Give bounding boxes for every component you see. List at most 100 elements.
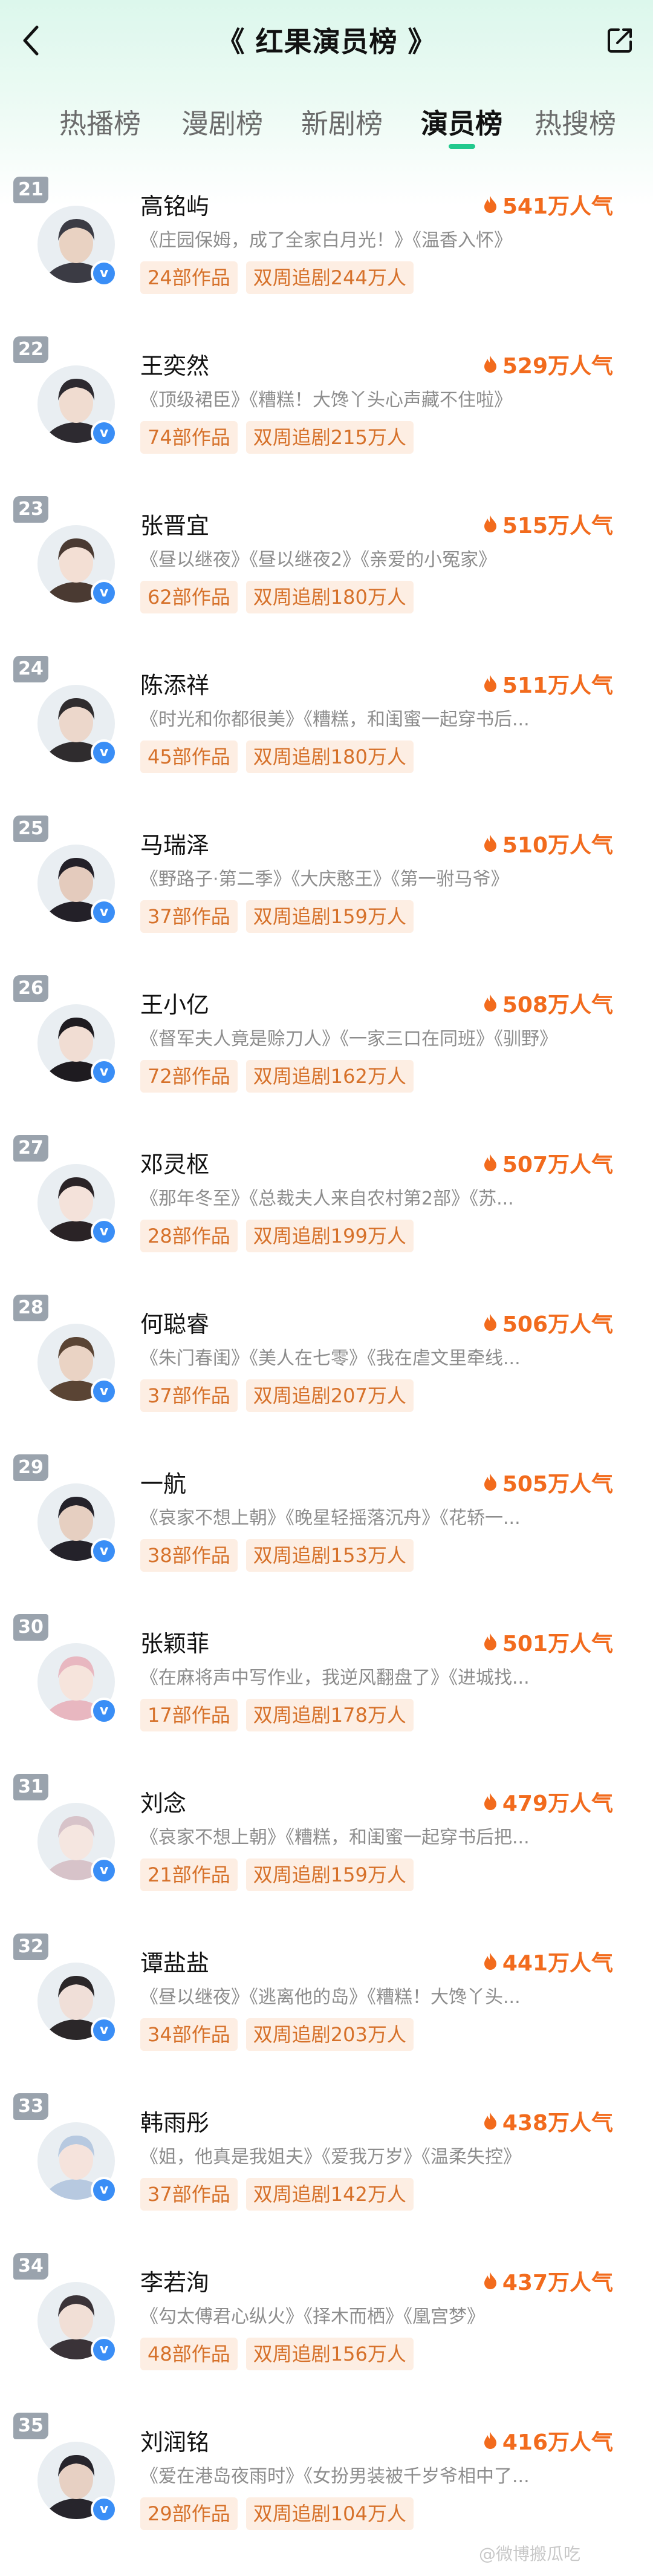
rank-badge: 33 bbox=[13, 2093, 48, 2120]
works-list: 《那年冬至》《总裁夫人来自农村第2部》《苏... bbox=[140, 1188, 514, 1209]
works-count-tag: 45部作品 bbox=[140, 740, 238, 773]
actor-name[interactable]: 邓灵枢 bbox=[140, 1146, 209, 1179]
stat-tags: 24部作品 双周追剧244万人 bbox=[140, 261, 422, 294]
rank-badge: 29 bbox=[13, 1454, 48, 1481]
stat-tags: 38部作品 双周追剧153万人 bbox=[140, 1539, 422, 1572]
flame-icon bbox=[484, 675, 496, 692]
actor-name[interactable]: 何聪睿 bbox=[140, 1306, 209, 1339]
heat-text: 515万人气 bbox=[502, 514, 613, 538]
actor-name[interactable]: 陈添祥 bbox=[140, 667, 209, 700]
page-title-wrap: 《 红果演员榜 》 bbox=[206, 16, 447, 64]
back-button[interactable] bbox=[13, 19, 47, 62]
heat-value: 479万人气 bbox=[483, 1786, 613, 1817]
flame-icon bbox=[484, 835, 496, 852]
actor-row[interactable]: 30 v 张颖菲 501万人气 《在麻将声中写作业，我逆风翻盘了》《进城找...… bbox=[0, 1608, 653, 1768]
verified-badge-icon: v bbox=[91, 420, 117, 446]
actor-name[interactable]: 张晋宜 bbox=[140, 507, 209, 540]
top-bar: 《 红果演员榜 》 bbox=[0, 0, 653, 82]
heat-value: 507万人气 bbox=[483, 1147, 613, 1178]
follow-count-tag: 双周追剧203万人 bbox=[245, 2018, 414, 2051]
follow-count-tag: 双周追剧207万人 bbox=[245, 1379, 414, 1412]
works-list: 《哀家不想上朝》《糟糕，和闺蜜一起穿书后把... bbox=[140, 1827, 530, 1848]
rank-badge: 26 bbox=[13, 975, 48, 1002]
heat-text: 529万人气 bbox=[502, 354, 613, 379]
flame-icon bbox=[484, 1793, 496, 1810]
actor-row[interactable]: 26 v 王小亿 508万人气 《督军夫人竟是赊刀人》《一家三口在同班》《驯野》… bbox=[0, 969, 653, 1129]
heat-text: 507万人气 bbox=[502, 1152, 613, 1177]
rank-badge: 25 bbox=[13, 816, 48, 842]
rank-badge: 27 bbox=[13, 1135, 48, 1162]
verified-badge-icon: v bbox=[91, 2336, 117, 2363]
verified-badge-icon: v bbox=[91, 260, 117, 287]
tab-actors[interactable]: 演员榜 bbox=[421, 97, 502, 151]
heat-text: 505万人气 bbox=[502, 1472, 613, 1497]
actor-name[interactable]: 韩雨彤 bbox=[140, 2104, 209, 2137]
actor-name[interactable]: 刘润铭 bbox=[140, 2424, 209, 2457]
page-title: 《 红果演员榜 》 bbox=[216, 25, 437, 58]
works-count-tag: 17部作品 bbox=[140, 1699, 238, 1731]
actor-name[interactable]: 张颖菲 bbox=[140, 1625, 209, 1658]
flame-icon bbox=[484, 1314, 496, 1331]
works-list: 《哀家不想上朝》《晚星轻摇落沉舟》《花轿一... bbox=[140, 1508, 521, 1529]
stat-tags: 45部作品 双周追剧180万人 bbox=[140, 740, 422, 773]
actor-name[interactable]: 谭盐盐 bbox=[140, 1944, 209, 1978]
share-button[interactable] bbox=[601, 21, 640, 59]
actor-row[interactable]: 24 v 陈添祥 511万人气 《时光和你都很美》《糟糕，和闺蜜一起穿书后...… bbox=[0, 650, 653, 809]
works-count-tag: 72部作品 bbox=[140, 1060, 238, 1093]
verified-badge-icon: v bbox=[91, 2496, 117, 2523]
follow-count-tag: 双周追剧159万人 bbox=[245, 1858, 414, 1891]
rank-badge: 32 bbox=[13, 1934, 48, 1960]
actor-row[interactable]: 21 v 高铭屿 541万人气 《庄园保姆，成了全家白月光！》《温香入怀》 24… bbox=[0, 171, 653, 330]
stat-tags: 34部作品 双周追剧203万人 bbox=[140, 2018, 422, 2051]
actor-row[interactable]: 28 v 何聪睿 506万人气 《朱门春闺》《美人在七零》《我在虐文里牵线...… bbox=[0, 1289, 653, 1448]
actor-name[interactable]: 王奕然 bbox=[140, 347, 209, 381]
actor-name[interactable]: 刘念 bbox=[140, 1785, 186, 1818]
flame-icon bbox=[484, 1474, 496, 1491]
actor-row[interactable]: 34 v 李若洵 437万人气 《勾太傅君心纵火》《择木而栖》《凰宫梦》 48部… bbox=[0, 2247, 653, 2407]
actor-name[interactable]: 高铭屿 bbox=[140, 188, 209, 221]
actor-row[interactable]: 33 v 韩雨彤 438万人气 《姐，他真是我姐夫》《爱我万岁》《温柔失控》 3… bbox=[0, 2087, 653, 2247]
actor-name[interactable]: 李若洵 bbox=[140, 2264, 209, 2297]
tab-hot-search[interactable]: 热搜榜 bbox=[534, 97, 616, 151]
actor-name[interactable]: 一航 bbox=[140, 1465, 186, 1499]
verified-badge-icon: v bbox=[91, 739, 117, 766]
works-list: 《在麻将声中写作业，我逆风翻盘了》《进城找... bbox=[140, 1667, 530, 1688]
rank-badge: 24 bbox=[13, 656, 48, 682]
actor-row[interactable]: 31 v 刘念 479万人气 《哀家不想上朝》《糟糕，和闺蜜一起穿书后把... … bbox=[0, 1768, 653, 1927]
follow-count-tag: 双周追剧104万人 bbox=[245, 2497, 414, 2530]
actor-name[interactable]: 王小亿 bbox=[140, 986, 209, 1019]
flame-icon bbox=[484, 196, 496, 213]
heat-value: 510万人气 bbox=[483, 828, 613, 859]
works-count-tag: 62部作品 bbox=[140, 581, 238, 613]
tab-comic-drama[interactable]: 漫剧榜 bbox=[181, 97, 263, 151]
actor-row[interactable]: 22 v 王奕然 529万人气 《顶级裙臣》《糟糕！大馋丫头心声藏不住啦》 74… bbox=[0, 330, 653, 490]
actor-row[interactable]: 23 v 张晋宜 515万人气 《昼以继夜》《昼以继夜2》《亲爱的小冤家》 62… bbox=[0, 490, 653, 650]
tab-new-drama[interactable]: 新剧榜 bbox=[301, 97, 383, 151]
works-list: 《时光和你都很美》《糟糕，和闺蜜一起穿书后... bbox=[140, 709, 530, 730]
verified-badge-icon: v bbox=[91, 2177, 117, 2203]
tab-hot-play[interactable]: 热播榜 bbox=[59, 97, 141, 151]
follow-count-tag: 双周追剧215万人 bbox=[245, 421, 414, 454]
follow-count-tag: 双周追剧244万人 bbox=[245, 261, 414, 294]
heat-text: 441万人气 bbox=[502, 1951, 613, 1976]
actor-row[interactable]: 32 v 谭盐盐 441万人气 《昼以继夜》《逃离他的岛》《糟糕！大馋丫头...… bbox=[0, 1927, 653, 2087]
actor-row[interactable]: 25 v 马瑞泽 510万人气 《野路子·第二季》《大庆憨王》《第一驸马爷》 3… bbox=[0, 809, 653, 969]
verified-badge-icon: v bbox=[91, 1538, 117, 1564]
heat-value: 501万人气 bbox=[483, 1626, 613, 1658]
heat-value: 416万人气 bbox=[483, 2425, 613, 2456]
flame-icon bbox=[484, 515, 496, 532]
follow-count-tag: 双周追剧159万人 bbox=[245, 900, 414, 933]
stat-tags: 74部作品 双周追剧215万人 bbox=[140, 421, 422, 454]
stat-tags: 37部作品 双周追剧142万人 bbox=[140, 2178, 422, 2211]
heat-value: 508万人气 bbox=[483, 987, 613, 1019]
heat-value: 437万人气 bbox=[483, 2265, 613, 2296]
actor-name[interactable]: 马瑞泽 bbox=[140, 826, 209, 860]
flame-icon bbox=[484, 2432, 496, 2449]
heat-value: 441万人气 bbox=[483, 1946, 613, 1977]
flame-icon bbox=[484, 1633, 496, 1650]
actor-row[interactable]: 29 v 一航 505万人气 《哀家不想上朝》《晚星轻摇落沉舟》《花轿一... … bbox=[0, 1448, 653, 1608]
flame-icon bbox=[484, 1953, 496, 1970]
stat-tags: 37部作品 双周追剧159万人 bbox=[140, 900, 422, 933]
actor-row[interactable]: 27 v 邓灵枢 507万人气 《那年冬至》《总裁夫人来自农村第2部》《苏...… bbox=[0, 1129, 653, 1289]
works-list: 《昼以继夜》《逃离他的岛》《糟糕！大馋丫头... bbox=[140, 1987, 521, 2008]
